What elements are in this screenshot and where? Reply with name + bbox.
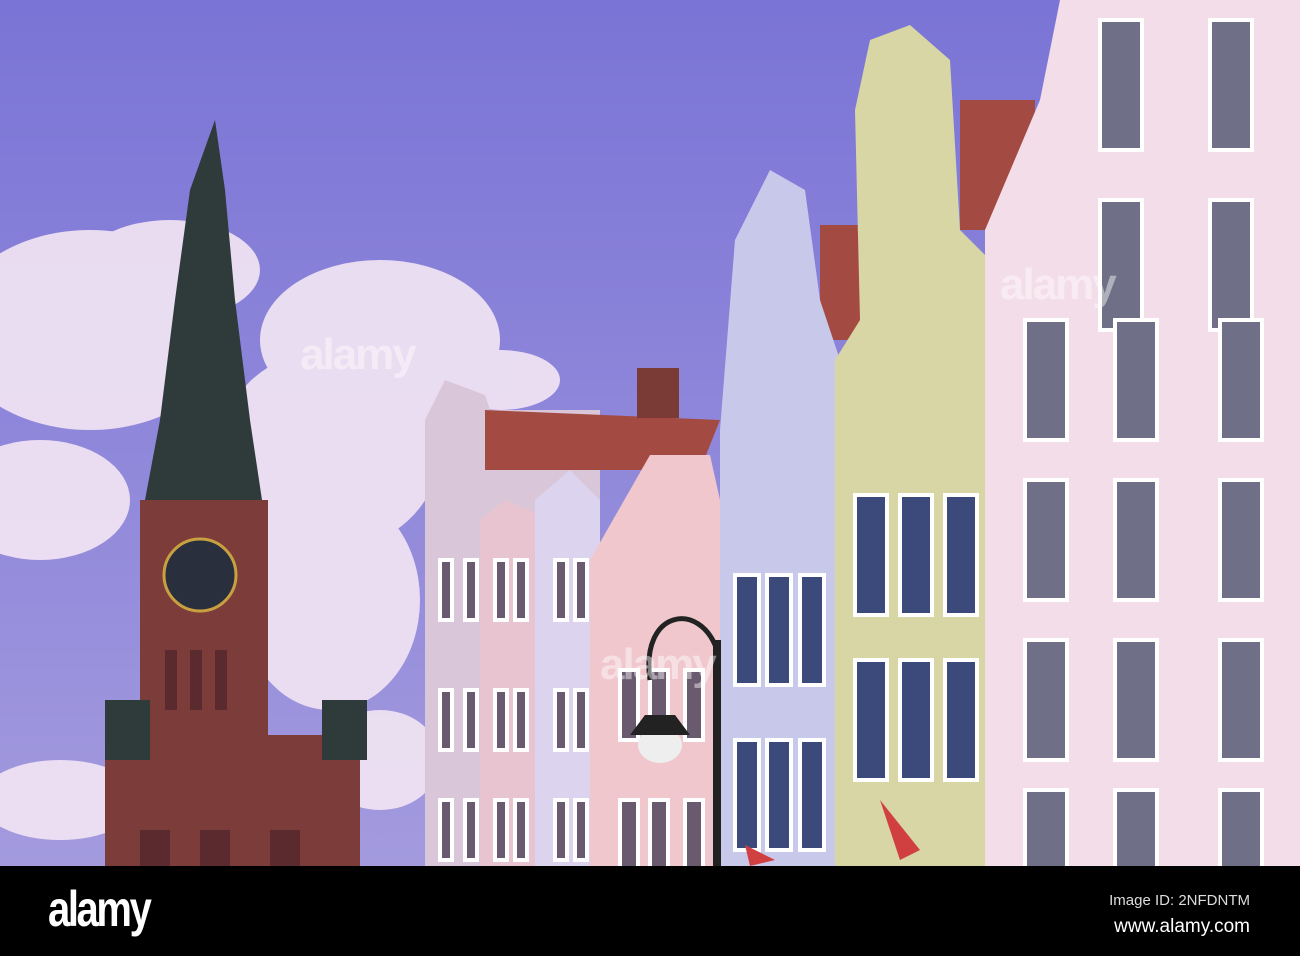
window xyxy=(513,798,529,862)
window xyxy=(553,558,569,622)
window xyxy=(1208,18,1254,152)
window xyxy=(1023,638,1069,762)
stock-photo: alamy alamy alamy alamy Image ID: 2NFDNT… xyxy=(0,0,1300,956)
window xyxy=(438,798,454,862)
window xyxy=(493,688,509,752)
site-link[interactable]: www.alamy.com xyxy=(1114,916,1250,938)
footer-bar: alamy Image ID: 2NFDNTM www.alamy.com xyxy=(0,866,1300,956)
clock-face xyxy=(162,537,238,613)
window xyxy=(1023,788,1069,866)
image-id: Image ID: 2NFDNTM xyxy=(1109,892,1250,909)
window xyxy=(943,493,979,617)
window xyxy=(765,573,793,687)
window xyxy=(1113,478,1159,602)
window xyxy=(683,798,705,866)
window xyxy=(798,573,826,687)
window xyxy=(493,558,509,622)
photo-scene xyxy=(0,0,1300,866)
window xyxy=(463,798,479,862)
window xyxy=(573,798,589,862)
window xyxy=(618,798,640,866)
window xyxy=(1218,318,1264,442)
window xyxy=(1218,788,1264,866)
watermark: alamy xyxy=(600,640,717,689)
window xyxy=(438,558,454,622)
window xyxy=(798,738,826,852)
window xyxy=(1208,198,1254,332)
window xyxy=(1218,478,1264,602)
watermark: alamy xyxy=(1000,260,1117,309)
window xyxy=(648,798,670,866)
window xyxy=(493,798,509,862)
window xyxy=(898,658,934,782)
window xyxy=(1113,318,1159,442)
window xyxy=(1218,638,1264,762)
window xyxy=(943,658,979,782)
window xyxy=(513,558,529,622)
window xyxy=(853,493,889,617)
window xyxy=(1023,318,1069,442)
window xyxy=(513,688,529,752)
window xyxy=(573,558,589,622)
window xyxy=(553,798,569,862)
window xyxy=(853,658,889,782)
window xyxy=(1113,638,1159,762)
window xyxy=(898,493,934,617)
window xyxy=(1098,18,1144,152)
window xyxy=(553,688,569,752)
window xyxy=(463,558,479,622)
window xyxy=(1113,788,1159,866)
window xyxy=(463,688,479,752)
window xyxy=(1023,478,1069,602)
window xyxy=(765,738,793,852)
window xyxy=(438,688,454,752)
watermark: alamy xyxy=(300,330,417,379)
window xyxy=(573,688,589,752)
alamy-logo[interactable]: alamy xyxy=(48,880,152,938)
window xyxy=(733,573,761,687)
window xyxy=(733,738,761,852)
